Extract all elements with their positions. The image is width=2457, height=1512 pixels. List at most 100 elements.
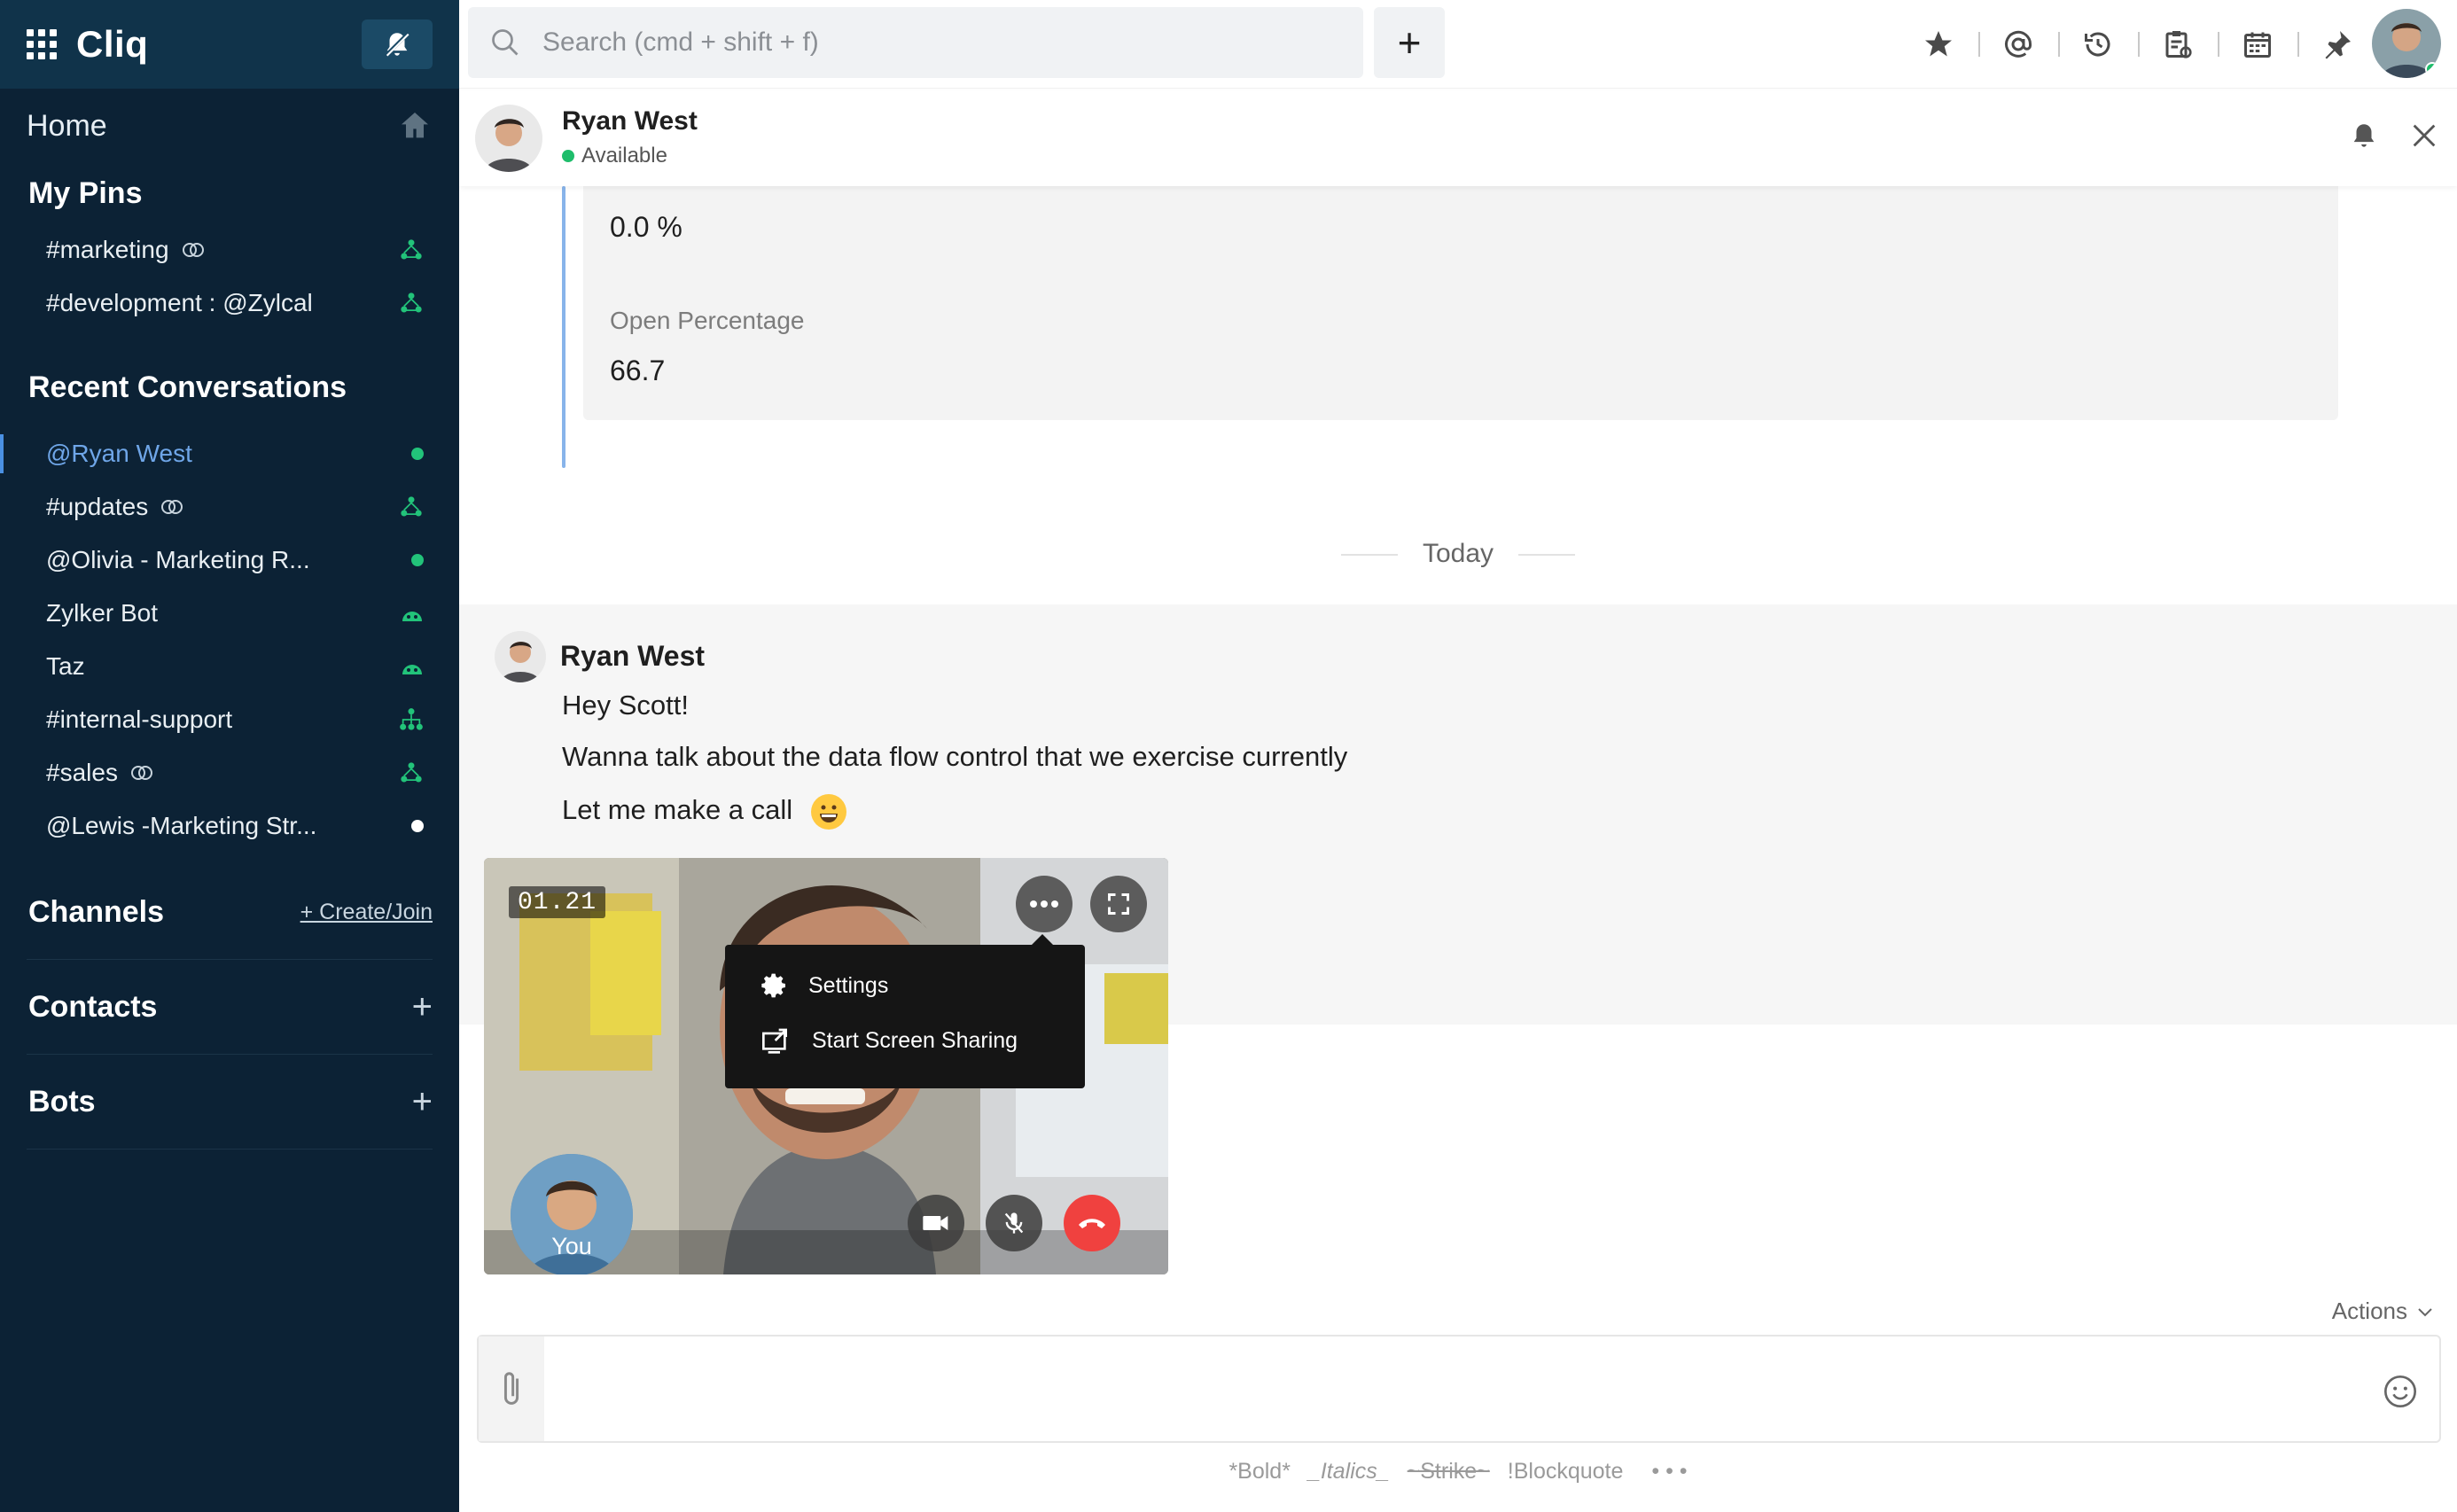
calendar-button[interactable] bbox=[2218, 0, 2297, 89]
contact-name[interactable]: Ryan West bbox=[562, 106, 698, 136]
history-icon bbox=[2085, 32, 2110, 57]
card-value: 0.0 % bbox=[610, 211, 682, 243]
sidebar-item-lewis[interactable]: @Lewis -Marketing Str... bbox=[0, 799, 459, 853]
hang-up-icon bbox=[1079, 1219, 1105, 1228]
chevron-down-icon bbox=[2418, 1307, 2432, 1316]
sidebar-item-internal-support[interactable]: #internal-support bbox=[0, 693, 459, 746]
sender-avatar[interactable] bbox=[495, 631, 546, 682]
message-text: Wanna talk about the data flow control t… bbox=[562, 741, 1348, 772]
online-status-icon bbox=[2425, 62, 2439, 76]
actions-dropdown[interactable]: Actions bbox=[2332, 1298, 2434, 1325]
call-more-options-button[interactable] bbox=[1016, 876, 1072, 932]
tasks-button[interactable] bbox=[2138, 0, 2218, 89]
paperclip-icon bbox=[503, 1372, 519, 1405]
search-bar[interactable] bbox=[468, 7, 1363, 78]
conversation-label: @Lewis -Marketing Str... bbox=[46, 812, 317, 839]
channels-label: Channels bbox=[28, 894, 165, 929]
new-chat-button[interactable]: + bbox=[1374, 7, 1445, 78]
app-grid-icon[interactable] bbox=[27, 29, 57, 59]
screen-share-icon bbox=[761, 1028, 787, 1054]
user-avatar[interactable] bbox=[2372, 9, 2441, 78]
chat-header: Ryan West Available bbox=[459, 90, 2457, 186]
formatting-hints: *Bold* _Italics_ ~Strike~ !Blockquote • … bbox=[459, 1459, 2457, 1485]
settings-label: Settings bbox=[808, 972, 889, 998]
self-video-preview[interactable]: You bbox=[511, 1154, 633, 1274]
notifications-off-button[interactable] bbox=[362, 19, 433, 69]
attach-button[interactable] bbox=[479, 1337, 544, 1441]
more-formatting-button[interactable]: • • • bbox=[1651, 1459, 1687, 1485]
message-composer bbox=[477, 1335, 2441, 1443]
conversation-label: #updates bbox=[46, 493, 149, 520]
sidebar-item-ryan-west[interactable]: @Ryan West bbox=[0, 427, 459, 480]
team-channel-icon bbox=[401, 496, 422, 517]
contact-avatar[interactable] bbox=[475, 105, 542, 172]
message-text: Hey Scott! bbox=[562, 690, 689, 721]
pins-title: My Pins bbox=[28, 175, 143, 210]
strike-hint: ~Strike~ bbox=[1407, 1459, 1490, 1484]
search-input[interactable] bbox=[542, 27, 1340, 58]
bots-section[interactable]: Bots + bbox=[0, 1055, 459, 1149]
italics-hint: _Italics_ bbox=[1307, 1459, 1390, 1484]
sidebar-item-updates[interactable]: #updates bbox=[0, 480, 459, 534]
emoji-picker-icon[interactable] bbox=[2383, 1374, 2418, 1409]
card-key: Open Percentage bbox=[610, 307, 805, 334]
top-bar: + bbox=[459, 0, 2457, 89]
channels-section[interactable]: Channels + Create/Join bbox=[0, 865, 459, 959]
add-contact-button[interactable]: + bbox=[412, 987, 433, 1027]
message-input[interactable] bbox=[558, 1352, 2331, 1423]
contacts-section[interactable]: Contacts + bbox=[0, 960, 459, 1054]
settings-menu-item[interactable]: Settings bbox=[760, 971, 888, 1000]
sender-name[interactable]: Ryan West bbox=[560, 640, 705, 673]
end-call-button[interactable] bbox=[1064, 1195, 1120, 1251]
create-join-link[interactable]: + Create/Join bbox=[300, 900, 433, 925]
bold-hint: *Bold* bbox=[1228, 1459, 1291, 1484]
gear-icon bbox=[761, 973, 785, 998]
sidebar-item-olivia[interactable]: @Olivia - Marketing R... bbox=[0, 534, 459, 587]
bot-icon bbox=[402, 612, 422, 621]
mentions-button[interactable] bbox=[1978, 0, 2058, 89]
link-icon bbox=[161, 500, 183, 514]
conversation-label: @Olivia - Marketing R... bbox=[46, 546, 310, 573]
conversation-label: Zylker Bot bbox=[46, 599, 159, 627]
org-channel-icon bbox=[400, 708, 423, 730]
pinned-button[interactable] bbox=[2297, 0, 2377, 89]
bots-label: Bots bbox=[28, 1084, 96, 1118]
video-call-window[interactable]: 01.21 Settings Start Screen Sharing You bbox=[484, 858, 1168, 1274]
toggle-mute-button[interactable] bbox=[986, 1195, 1042, 1251]
mention-icon bbox=[2005, 30, 2032, 58]
online-status-icon bbox=[411, 448, 424, 460]
starred-button[interactable] bbox=[1899, 0, 1978, 89]
close-icon[interactable] bbox=[2409, 121, 2439, 151]
message-card: 0.0 % Open Percentage 66.7 bbox=[583, 186, 2338, 420]
sidebar-item-home[interactable]: Home bbox=[0, 89, 459, 163]
self-label: You bbox=[551, 1233, 592, 1259]
fullscreen-button[interactable] bbox=[1090, 876, 1147, 932]
message-area: 0.0 % Open Percentage 66.7 Today Ryan We… bbox=[459, 186, 2457, 1312]
sidebar-item-sales[interactable]: #sales bbox=[0, 746, 459, 799]
team-channel-icon bbox=[401, 239, 422, 260]
screen-share-menu-item[interactable]: Start Screen Sharing bbox=[760, 1026, 1018, 1055]
bell-icon[interactable] bbox=[2349, 121, 2379, 151]
sidebar-item-pin-marketing[interactable]: #marketing bbox=[0, 223, 459, 277]
sidebar-item-pin-development[interactable]: #development : @Zylcal bbox=[0, 277, 459, 330]
more-horizontal-icon bbox=[1030, 900, 1058, 908]
clipboard-icon bbox=[2165, 31, 2192, 58]
blockquote-hint: !Blockquote bbox=[1507, 1459, 1624, 1484]
app-title: Cliq bbox=[76, 23, 149, 65]
avatar-image bbox=[495, 631, 546, 682]
online-status-icon bbox=[411, 554, 424, 566]
add-bot-button[interactable]: + bbox=[412, 1082, 433, 1122]
pin-label: #marketing bbox=[46, 236, 169, 263]
sidebar-item-taz[interactable]: Taz bbox=[0, 640, 459, 693]
contacts-label: Contacts bbox=[28, 989, 158, 1024]
home-icon bbox=[402, 113, 428, 138]
bot-icon bbox=[402, 665, 422, 674]
day-separator: Today bbox=[459, 539, 2457, 569]
pin-label: #development : @Zylcal bbox=[46, 289, 313, 316]
history-button[interactable] bbox=[2058, 0, 2138, 89]
sidebar: Cliq Home My Pins #marketing #developmen… bbox=[0, 0, 459, 1512]
toggle-camera-button[interactable] bbox=[908, 1195, 964, 1251]
pin-icon bbox=[2325, 31, 2351, 59]
sidebar-item-zylker-bot[interactable]: Zylker Bot bbox=[0, 587, 459, 640]
conversation-label: @Ryan West bbox=[46, 440, 192, 467]
